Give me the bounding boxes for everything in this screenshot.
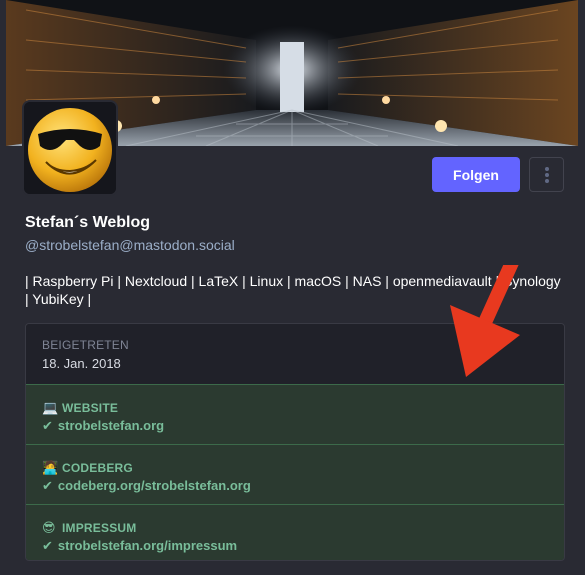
avatar[interactable] bbox=[24, 102, 116, 194]
vertical-ellipsis-icon bbox=[544, 166, 549, 183]
laptop-icon: 💻 bbox=[42, 400, 59, 415]
sunglasses-face-icon: 😎 bbox=[42, 520, 56, 535]
field-label: 😎 IMPRESSUM bbox=[42, 520, 136, 536]
field-impressum: 😎 IMPRESSUM ✔ strobelstefan.org/impressum bbox=[26, 504, 564, 560]
field-label: 🧑‍💻 CODEBERG bbox=[42, 460, 133, 476]
field-value-text[interactable]: strobelstefan.org bbox=[58, 418, 164, 433]
sunglasses-smiley-icon bbox=[24, 102, 116, 194]
checkmark-icon: ✔ bbox=[42, 538, 53, 553]
field-label-text: CODEBERG bbox=[62, 461, 133, 475]
field-website: 💻 WEBSITE ✔ strobelstefan.org bbox=[26, 384, 564, 444]
account-handle[interactable]: @strobelstefan@mastodon.social bbox=[25, 237, 235, 253]
field-label-text: WEBSITE bbox=[62, 401, 119, 415]
field-value-link[interactable]: ✔ codeberg.org/strobelstefan.org bbox=[42, 478, 251, 494]
field-value-text[interactable]: strobelstefan.org/impressum bbox=[58, 538, 237, 553]
field-value-link[interactable]: ✔ strobelstefan.org bbox=[42, 418, 164, 434]
field-value-link[interactable]: ✔ strobelstefan.org/impressum bbox=[42, 538, 237, 554]
follow-button[interactable]: Folgen bbox=[432, 157, 520, 192]
technologist-icon: 🧑‍💻 bbox=[42, 460, 59, 475]
checkmark-icon: ✔ bbox=[42, 478, 53, 493]
checkmark-icon: ✔ bbox=[42, 418, 53, 433]
field-codeberg: 🧑‍💻 CODEBERG ✔ codeberg.org/strobelstefan.… bbox=[26, 444, 564, 504]
annotation-arrow-icon bbox=[450, 265, 520, 377]
field-value-text[interactable]: codeberg.org/strobelstefan.org bbox=[58, 478, 251, 493]
field-label-text: IMPRESSUM bbox=[62, 521, 137, 535]
field-label: 💻 WEBSITE bbox=[42, 400, 118, 416]
joined-label: BEIGETRETEN bbox=[42, 338, 129, 352]
display-name: Stefan´s Weblog bbox=[25, 214, 151, 231]
joined-date: 18. Jan. 2018 bbox=[42, 356, 121, 371]
more-options-button[interactable] bbox=[529, 157, 564, 192]
